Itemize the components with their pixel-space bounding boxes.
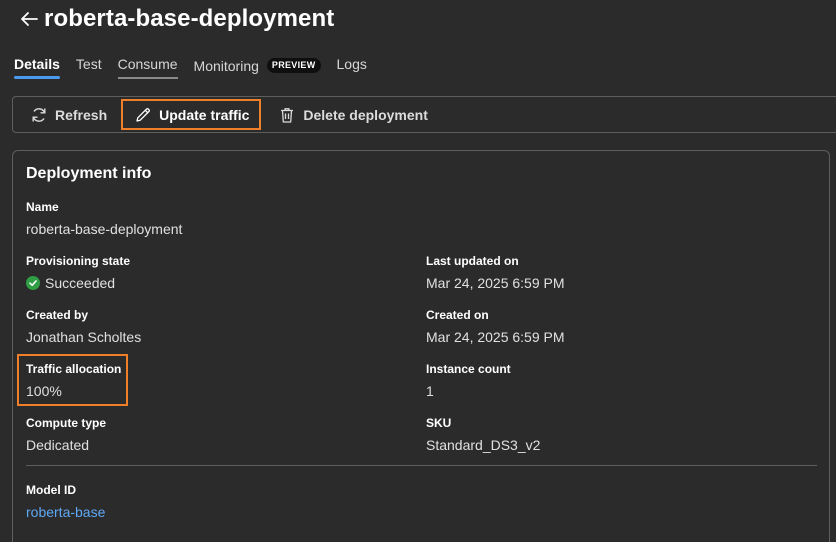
field-label: SKU bbox=[426, 416, 452, 430]
back-arrow-icon[interactable] bbox=[18, 8, 40, 30]
update-traffic-button[interactable]: Update traffic bbox=[121, 99, 262, 130]
delete-deployment-label: Delete deployment bbox=[303, 106, 428, 123]
refresh-label: Refresh bbox=[55, 106, 108, 123]
field-instance-count: Instance count 1 bbox=[426, 362, 511, 399]
preview-badge: PREVIEW bbox=[266, 58, 321, 73]
tab-test[interactable]: Test bbox=[76, 55, 102, 79]
field-provisioning-state: Provisioning state Succeeded bbox=[26, 254, 130, 291]
section-divider bbox=[26, 465, 817, 466]
refresh-button[interactable]: Refresh bbox=[29, 101, 107, 129]
deployment-info-card: Deployment info Name roberta-base-deploy… bbox=[12, 150, 830, 542]
field-sku: SKU Standard_DS3_v2 bbox=[426, 416, 540, 453]
tab-consume[interactable]: Consume bbox=[117, 55, 178, 79]
field-label: Last updated on bbox=[426, 254, 519, 268]
tab-logs[interactable]: Logs bbox=[337, 55, 367, 79]
field-traffic-allocation: Traffic allocation 100% bbox=[26, 362, 121, 399]
field-value: Mar 24, 2025 6:59 PM bbox=[426, 329, 565, 345]
tab-details[interactable]: Details bbox=[14, 55, 60, 79]
field-label: Created on bbox=[426, 308, 489, 322]
page-title: roberta-base-deployment bbox=[44, 5, 335, 32]
field-last-updated: Last updated on Mar 24, 2025 6:59 PM bbox=[426, 254, 565, 291]
card-title: Deployment info bbox=[26, 165, 152, 182]
page-header: roberta-base-deployment bbox=[18, 4, 334, 34]
command-toolbar: Refresh Update traffic Delete deployment bbox=[12, 96, 836, 133]
field-label: Compute type bbox=[26, 416, 107, 430]
field-name: Name roberta-base-deployment bbox=[26, 200, 182, 237]
field-value: Jonathan Scholtes bbox=[26, 329, 142, 345]
field-value: roberta-base-deployment bbox=[26, 221, 183, 237]
tab-bar: Details Test Consume Monitoring PREVIEW … bbox=[14, 55, 383, 79]
field-value: Succeeded bbox=[26, 275, 130, 291]
field-label: Name bbox=[26, 200, 59, 214]
field-model-id: Model ID roberta-base bbox=[26, 483, 105, 520]
field-value: Standard_DS3_v2 bbox=[426, 437, 541, 453]
field-compute-type: Compute type Dedicated bbox=[26, 416, 106, 453]
pencil-icon bbox=[133, 105, 153, 125]
tab-monitoring[interactable]: Monitoring PREVIEW bbox=[194, 55, 321, 79]
field-label: Created by bbox=[26, 308, 89, 322]
field-label: Model ID bbox=[26, 483, 76, 497]
field-value: Mar 24, 2025 6:59 PM bbox=[426, 275, 565, 291]
tab-monitoring-label: Monitoring bbox=[193, 57, 259, 74]
delete-deployment-button[interactable]: Delete deployment bbox=[277, 101, 428, 129]
field-value: 1 bbox=[426, 383, 434, 399]
field-created-by: Created by Jonathan Scholtes bbox=[26, 308, 141, 345]
model-id-link[interactable]: roberta-base bbox=[26, 504, 105, 520]
field-value: 100% bbox=[26, 383, 62, 399]
success-check-icon bbox=[26, 276, 40, 290]
field-label: Instance count bbox=[426, 362, 511, 376]
trash-icon bbox=[277, 105, 297, 125]
field-label: Provisioning state bbox=[26, 254, 131, 268]
update-traffic-label: Update traffic bbox=[159, 106, 250, 123]
field-created-on: Created on Mar 24, 2025 6:59 PM bbox=[426, 308, 565, 345]
deployment-details-page: roberta-base-deployment Details Test Con… bbox=[0, 0, 836, 542]
refresh-icon bbox=[29, 105, 49, 125]
status-text: Succeeded bbox=[45, 275, 116, 291]
field-value: Dedicated bbox=[26, 437, 90, 453]
field-label: Traffic allocation bbox=[26, 362, 122, 376]
